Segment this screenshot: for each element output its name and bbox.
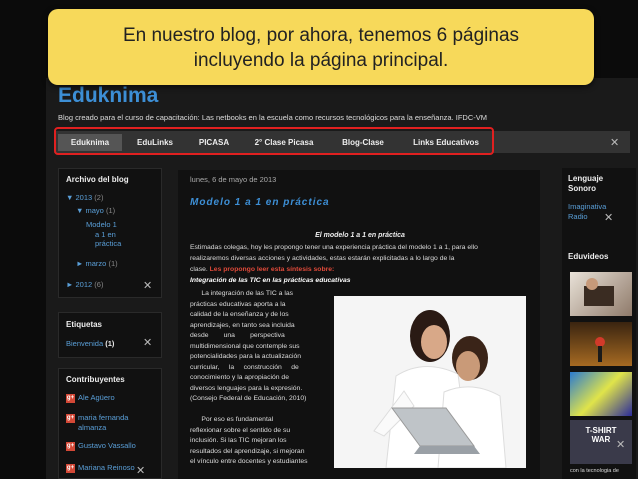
archive-month-marzo[interactable]: ► marzo (1): [76, 259, 118, 268]
post-column-line: diversos lenguajes para la expresión.: [190, 384, 303, 392]
google-plus-icon: g+: [66, 463, 75, 473]
callout-box: En nuestro blog, por ahora, tenemos 6 pá…: [48, 9, 594, 85]
post-paragraph-line: Estimadas colegas, hoy les propongo tene…: [190, 244, 478, 251]
archive-year-2012[interactable]: ► 2012 (6): [66, 280, 103, 289]
post-column-line: multidimensional que contemple sus: [190, 342, 300, 350]
contributor-name[interactable]: Ale Agüero: [78, 393, 115, 402]
wrench-icon[interactable]: ✕: [136, 464, 145, 477]
contributor-name[interactable]: maria fernanda: [78, 413, 128, 422]
post-column-line: calidad de la enseñanza y de los: [190, 311, 289, 318]
label-bienvenida-text[interactable]: Bienvenida: [66, 339, 103, 348]
tabs-highlight-box: [54, 127, 494, 155]
video-widget-caption: con la tecnologia de: [570, 468, 619, 474]
label-bienvenida[interactable]: Bienvenida (1): [66, 339, 114, 348]
post-image: [334, 296, 526, 468]
year-2013-count: (2): [94, 193, 104, 202]
google-plus-icon: g+: [66, 413, 75, 423]
post-column-line: reflexionar sobre el sentido de su: [190, 426, 291, 434]
wrench-icon[interactable]: ✕: [143, 279, 152, 292]
contributor-item[interactable]: g+ Ale Agüero: [66, 393, 115, 403]
lenguaje-title-line-2: Sonoro: [568, 184, 596, 193]
archive-post-line-3: práctica: [95, 239, 122, 248]
post-column-line: aprendizajes, en tanto sea incluida: [190, 321, 295, 329]
wrench-icon[interactable]: ✕: [604, 211, 613, 224]
radio-line-2: Radio: [568, 212, 588, 221]
year-2012-label[interactable]: ► 2012: [66, 280, 92, 289]
post-column-line: desde una perspectiva: [190, 332, 285, 339]
callout-line-1: En nuestro blog, por ahora, tenemos 6 pá…: [122, 25, 520, 46]
video-thumbnail[interactable]: [570, 322, 632, 366]
post-column-line: prácticas educativas aporta a la: [190, 300, 286, 308]
post-paragraph-line: realizaremos diversas acciones y activid…: [190, 255, 455, 262]
archive-title: Archivo del blog: [66, 175, 129, 184]
archive-month-mayo[interactable]: ▼ mayo (1): [76, 206, 115, 215]
post-column-line: La integración de las TIC a las: [190, 290, 294, 297]
wrench-icon[interactable]: ✕: [143, 336, 152, 349]
imaginativa-radio-link[interactable]: Imaginativa Radio: [568, 202, 606, 222]
video-thumbnail[interactable]: [570, 372, 632, 416]
post-column-line: potencialidades para la actualización: [190, 353, 302, 360]
marzo-count: (1): [108, 259, 118, 268]
google-plus-icon: g+: [66, 441, 75, 451]
year-2013-label[interactable]: ▼ 2013: [66, 193, 92, 202]
post-column-line: resultados del aprendizaje, si mejoran: [190, 447, 305, 455]
archive-post-link[interactable]: Modelo 1 a 1 en práctica: [86, 220, 121, 249]
post-subtitle: El modelo 1 a 1 en práctica: [315, 232, 405, 239]
contributor-item[interactable]: g+ Mariana Reinoso: [66, 463, 135, 473]
archive-year-2013[interactable]: ▼ 2013 (2): [66, 193, 103, 202]
video-thumbnail-art: [584, 278, 614, 306]
contributor-item[interactable]: g+ Gustavo Vassallo: [66, 441, 136, 451]
blog-title[interactable]: Eduknima: [58, 84, 158, 108]
contributor-item[interactable]: g+ maria fernanda: [66, 413, 128, 423]
archive-post-line-1: Modelo 1: [86, 220, 117, 229]
students-laptop-image: [334, 296, 526, 468]
wrench-icon[interactable]: ✕: [610, 136, 619, 149]
post-column-line: el vínculo entre docentes y estudiantes: [190, 458, 308, 465]
labels-widget: [58, 312, 162, 358]
google-plus-icon: g+: [66, 393, 75, 403]
post-column-line: Por eso es fundamental: [190, 416, 274, 423]
lenguaje-sonoro-title: Lenguaje Sonoro: [568, 174, 603, 194]
post-paragraph-line: clase. Les propongo leer esta síntesis s…: [190, 265, 334, 276]
video-thumbnail[interactable]: [570, 272, 632, 316]
contributor-name[interactable]: Mariana Reinoso: [78, 463, 135, 472]
blog-description: Blog creado para el curso de capacitació…: [58, 113, 487, 122]
lenguaje-title-line-1: Lenguaje: [568, 174, 604, 183]
eduvideos-title: Eduvideos: [568, 252, 609, 261]
post-column-line: conocimiento y la apropiación de: [190, 374, 289, 381]
post-column-line: curricular, la construcción de: [190, 363, 299, 371]
video-thumbnail-art: [595, 337, 605, 362]
contributor-name[interactable]: Gustavo Vassallo: [78, 441, 136, 450]
post-section-heading: Integración de las TIC en las prácticas …: [190, 277, 351, 284]
labels-title: Etiquetas: [66, 320, 103, 329]
callout-line-2: incluyendo la página principal.: [193, 50, 449, 71]
archive-post-line-2: a 1 en: [95, 229, 116, 239]
marzo-label[interactable]: ► marzo: [76, 259, 106, 268]
radio-line-1: Imaginativa: [568, 202, 607, 211]
mayo-count: (1): [105, 206, 116, 215]
post-column-line: (Consejo Federal de Educación, 2010): [190, 395, 307, 402]
contributors-title: Contribuyentes: [66, 375, 125, 384]
post-column-line: inclusión. Si las TIC mejoran los: [190, 437, 287, 444]
year-2012-count: (6): [94, 280, 104, 289]
mayo-label[interactable]: ▼ mayo: [76, 206, 104, 215]
post-text-span: clase.: [190, 266, 210, 273]
label-count: (1): [105, 339, 115, 348]
post-red-text: Les propongo leer esta síntesis sobre:: [209, 266, 335, 273]
post-date: lunes, 6 de mayo de 2013: [190, 175, 277, 184]
contributor-name-cont[interactable]: almanza: [78, 423, 106, 432]
post-title[interactable]: Modelo 1 a 1 en práctica: [190, 197, 330, 208]
wrench-icon[interactable]: ✕: [616, 438, 625, 451]
